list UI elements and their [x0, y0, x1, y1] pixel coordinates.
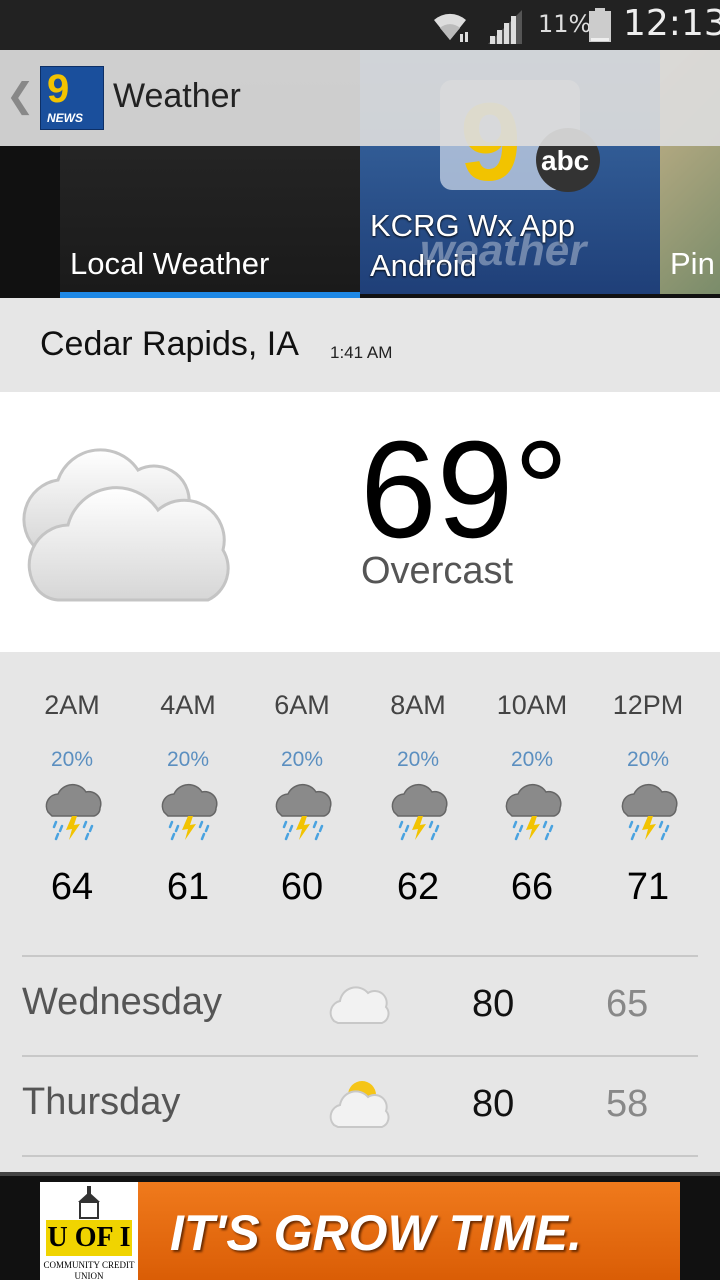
battery-percent: 11%	[538, 10, 592, 38]
hourly-precip: 20%	[166, 748, 210, 771]
hourly-forecast: 2AM 20% 64 4AM 20% 61 6AM 20% 60 8AM 20%…	[0, 652, 720, 952]
daily-row	[22, 1155, 698, 1173]
ad-banner[interactable]: U OF I COMMUNITY CREDIT UNION IT'S GROW …	[0, 1172, 720, 1280]
signal-icon	[488, 10, 524, 48]
back-chevron-icon[interactable]: ❮	[6, 76, 35, 116]
hourly-time: 8AM	[390, 690, 446, 720]
daily-row[interactable]: Wednesday 80 65	[22, 955, 698, 1055]
current-condition: Overcast	[361, 550, 514, 592]
courthouse-icon	[78, 1186, 100, 1219]
cloudy-icon	[328, 977, 392, 1031]
wifi-icon	[430, 6, 470, 48]
hourly-precip: 20%	[626, 748, 670, 771]
hourly-precip: 20%	[510, 748, 554, 771]
thunderstorm-icon	[272, 782, 334, 846]
hourly-time: 6AM	[274, 690, 330, 720]
svg-text:abc: abc	[541, 145, 589, 176]
ad-slogan: IT'S GROW TIME.	[170, 1205, 582, 1261]
tab-label: Local Weather	[70, 246, 270, 281]
page-title: Weather	[113, 77, 241, 115]
daily-row[interactable]: Thursday 80 58	[22, 1055, 698, 1155]
thunderstorm-icon	[42, 782, 104, 846]
ad-logo-text: U OF I	[46, 1220, 132, 1256]
daily-low: 65	[606, 983, 649, 1025]
hourly-precip: 20%	[396, 748, 440, 771]
location-bar: Cedar Rapids, IA 1:41 AM	[0, 298, 720, 392]
hourly-time: 2AM	[44, 690, 100, 720]
status-clock: 12:13	[623, 3, 720, 44]
hourly-item: 10AM 20% 66	[474, 652, 590, 952]
overcast-icon	[18, 440, 238, 614]
daily-high: 80	[472, 983, 515, 1025]
hourly-temp: 71	[626, 866, 670, 908]
hourly-time: 12PM	[612, 690, 684, 720]
hourly-item: 8AM 20% 62	[360, 652, 476, 952]
thunderstorm-icon	[388, 782, 450, 846]
app-logo[interactable]: 9 NEWS	[40, 66, 104, 130]
ad-logo-subtext: COMMUNITY CREDIT UNION	[43, 1260, 135, 1280]
app-logo-numeral: 9	[47, 67, 70, 111]
action-bar: ❮ 9 NEWS Weather	[0, 50, 720, 146]
location-city: Cedar Rapids, IA	[40, 325, 299, 363]
hourly-temp: 62	[396, 866, 440, 908]
hourly-temp: 66	[510, 866, 554, 908]
hourly-precip: 20%	[280, 748, 324, 771]
thunderstorm-icon	[618, 782, 680, 846]
thunderstorm-icon	[502, 782, 564, 846]
tab-label-line1: KCRG Wx App	[370, 208, 575, 243]
daily-low: 58	[606, 1083, 649, 1125]
daily-day: Wednesday	[22, 981, 222, 1023]
daily-day: Thursday	[22, 1081, 181, 1123]
tab-label: KCRG Wx App Android	[370, 206, 575, 286]
location-updated-time: 1:41 AM	[330, 343, 393, 362]
ad-logo: U OF I COMMUNITY CREDIT UNION	[40, 1182, 138, 1280]
hourly-precip: 20%	[50, 748, 94, 771]
hourly-item: 12PM 20% 71	[590, 652, 706, 952]
status-bar: 11% 12:13	[0, 0, 720, 50]
daily-high: 80	[472, 1083, 515, 1125]
current-conditions: 69° Overcast	[0, 392, 720, 652]
hourly-temp: 64	[50, 866, 94, 908]
thunderstorm-icon	[158, 782, 220, 846]
daily-forecast: Wednesday 80 65 Thursday 80 58	[22, 955, 698, 1173]
current-temperature: 69°	[360, 413, 569, 567]
hourly-time: 4AM	[160, 690, 216, 720]
hourly-item: 2AM 20% 64	[14, 652, 130, 952]
tab-label: Pin	[670, 246, 715, 281]
tab-label-line2: Android	[370, 248, 477, 283]
hourly-temp: 60	[280, 866, 324, 908]
partly-sunny-icon	[328, 1077, 392, 1135]
ad-slogan-box: IT'S GROW TIME.	[138, 1182, 680, 1280]
app-logo-news: NEWS	[47, 111, 83, 125]
hourly-time: 10AM	[496, 690, 568, 720]
battery-icon	[588, 8, 612, 46]
hourly-temp: 61	[166, 866, 210, 908]
hourly-item: 4AM 20% 61	[130, 652, 246, 952]
hourly-item: 6AM 20% 60	[244, 652, 360, 952]
